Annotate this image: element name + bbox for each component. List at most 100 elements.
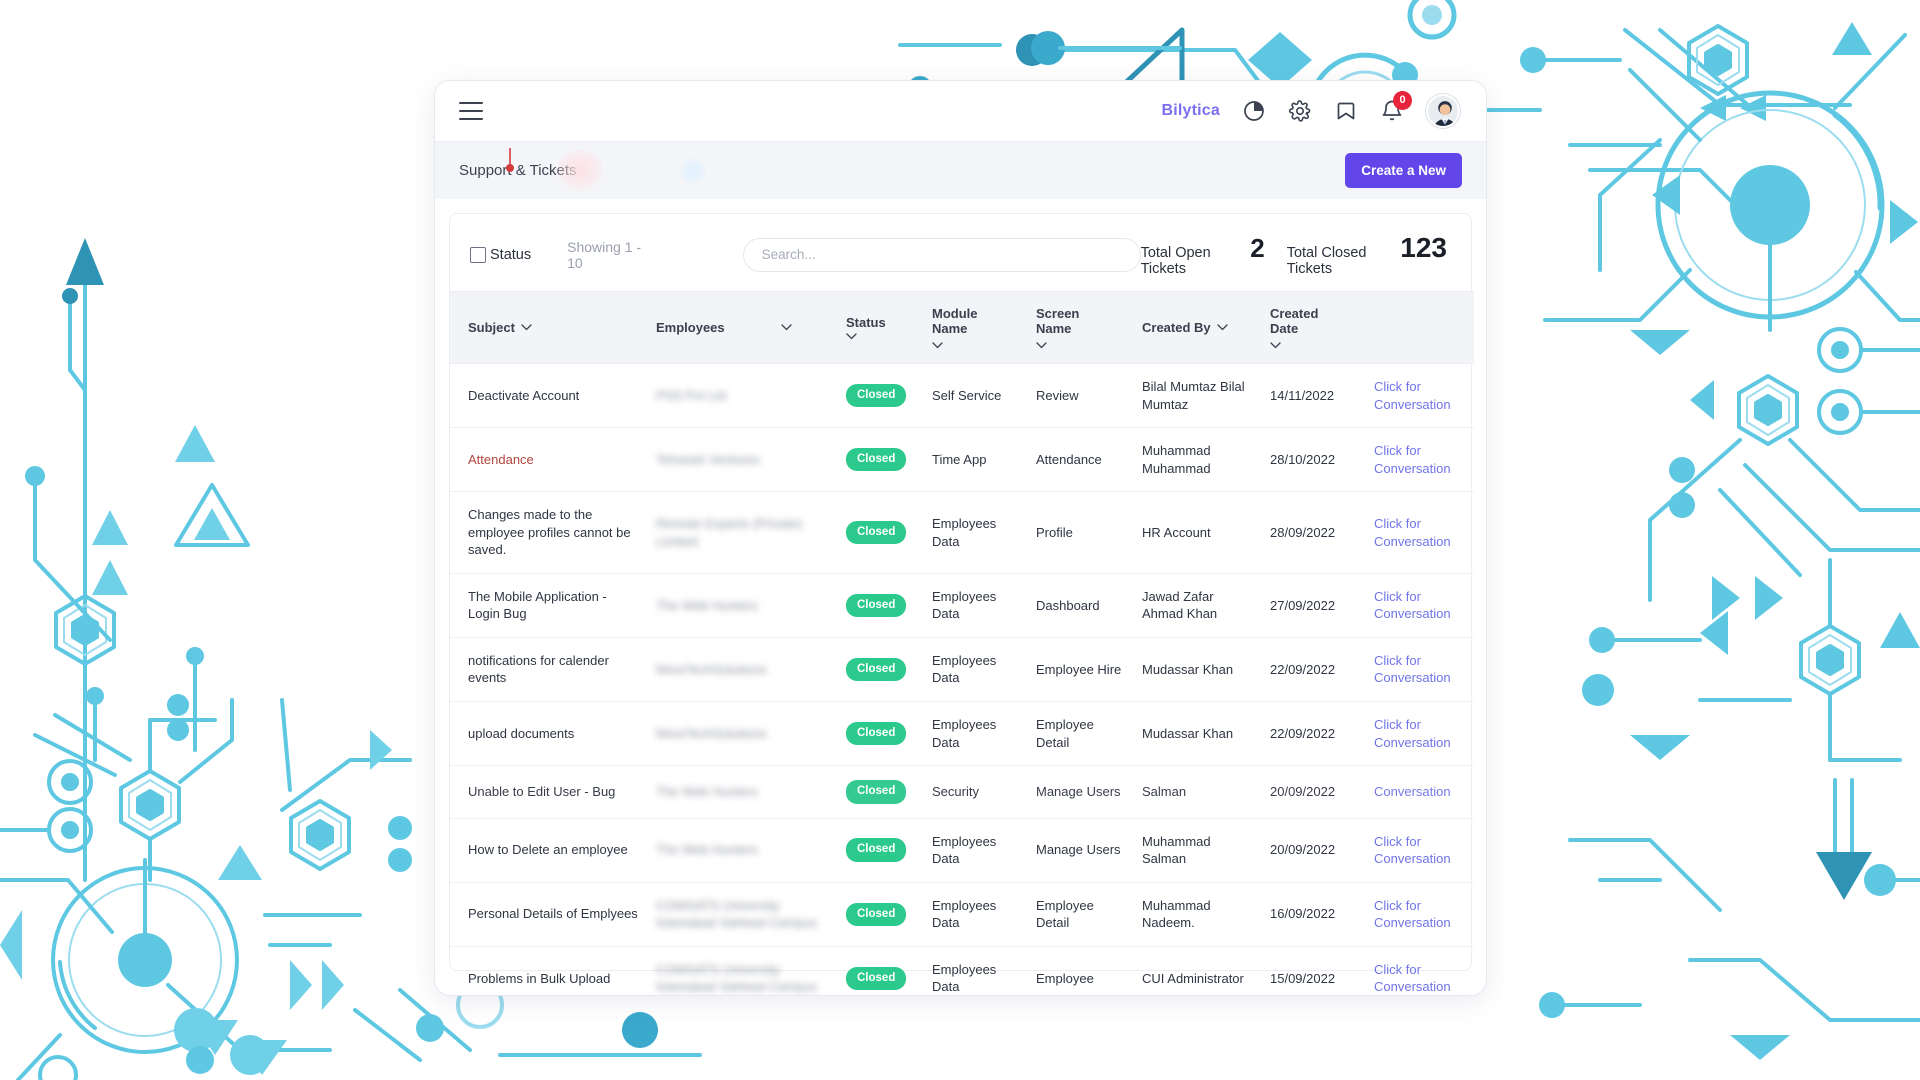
conversation-link[interactable]: Click for Conversation [1374, 589, 1451, 622]
conversation-link[interactable]: Click for Conversation [1374, 443, 1451, 476]
table-row[interactable]: How to Delete an employee The Web Hunters… [450, 818, 1474, 883]
cell-action: Click for Conversation [1366, 946, 1474, 995]
table-row[interactable]: notifications for calender events MoreTec… [450, 637, 1474, 703]
chevron-down-icon[interactable] [932, 342, 943, 349]
gear-icon[interactable] [1288, 99, 1312, 123]
cell-screen-name-text: Employee [1036, 970, 1094, 986]
cell-created-date: 14/11/2022 [1262, 363, 1366, 429]
cell-employees-text: PSS Pvt Ltd [656, 387, 727, 403]
bookmark-icon[interactable] [1334, 99, 1358, 123]
search-input[interactable] [742, 237, 1141, 272]
pie-chart-icon[interactable] [1242, 99, 1266, 123]
total-open-value: 2 [1250, 233, 1265, 263]
chevron-down-icon[interactable] [846, 333, 857, 340]
chevron-down-icon[interactable] [781, 324, 792, 331]
cell-created-date-text: 28/10/2022 [1270, 451, 1336, 467]
table-row[interactable]: upload documents MoreTechSolutions Closed E… [450, 701, 1474, 767]
cell-created-by: Salman [1134, 765, 1262, 819]
cell-employees: MoreTechSolutions [648, 637, 838, 703]
cell-subject: Problems in Bulk Upload [450, 946, 648, 995]
cell-subject: Unable to Edit User - Bug [450, 765, 648, 819]
cell-employees: MoreTechSolutions [648, 701, 838, 767]
cell-created-date-text: 22/09/2022 [1270, 725, 1336, 741]
column-header-created-date[interactable]: Created Date [1262, 291, 1366, 364]
status-badge: Closed [846, 383, 907, 408]
chevron-down-icon[interactable] [1216, 324, 1228, 331]
conversation-link[interactable]: Click for Conversation [1374, 717, 1451, 750]
notifications-button[interactable]: 0 [1380, 91, 1412, 123]
cell-module-name: Employees Data [924, 701, 1028, 767]
cell-subject: notifications for calender events [450, 637, 648, 703]
column-header-subject[interactable]: Subject [450, 291, 648, 364]
conversation-link[interactable]: Click for Conversation [1374, 834, 1451, 867]
cell-screen-name: Employee Detail [1028, 701, 1134, 767]
cell-screen-name: Profile [1028, 491, 1134, 574]
table-header-row: Subject Employees Status Module Name Scr… [450, 291, 1474, 364]
cell-employees: COMSATS University Islamabad Sahiwal Cam… [648, 946, 838, 995]
column-header-created-by[interactable]: Created By [1134, 291, 1262, 364]
create-new-button[interactable]: Create a New [1345, 153, 1462, 188]
cell-module-name-text: Self Service [932, 387, 1002, 403]
cell-created-date-text: 14/11/2022 [1270, 387, 1335, 403]
total-closed-tickets: Total Closed Tickets 123 [1287, 232, 1447, 277]
table-row[interactable]: The Mobile Application - Login Bug The We… [450, 573, 1474, 638]
cell-screen-name-text: Attendance [1036, 451, 1102, 467]
cell-status: Closed [838, 882, 924, 947]
chevron-down-icon[interactable] [521, 324, 532, 331]
cell-screen-name: Review [1028, 363, 1134, 429]
table-row[interactable]: Unable to Edit User - Bug The Web Hunters… [450, 765, 1474, 819]
cell-created-date: 27/09/2022 [1262, 573, 1366, 638]
status-badge: Closed [846, 593, 907, 618]
app-header: Bilytica 0 [435, 81, 1486, 141]
cell-screen-name-text: Profile [1036, 524, 1073, 540]
avatar[interactable] [1426, 94, 1460, 128]
cell-employees-text: Tehseeb Ventures [656, 451, 761, 467]
column-header-screen-name[interactable]: Screen Name [1028, 291, 1134, 364]
location-pin-icon [506, 148, 514, 172]
tickets-table: Subject Employees Status Module Name Scr… [450, 291, 1474, 996]
hamburger-menu-icon[interactable] [459, 102, 483, 120]
status-filter-checkbox[interactable]: Status [470, 246, 531, 263]
chevron-down-icon[interactable] [1036, 342, 1047, 349]
conversation-link[interactable]: Click for Conversation [1374, 379, 1451, 412]
cell-created-by: Mudassar Khan [1134, 637, 1262, 703]
conversation-link[interactable]: Click for Conversation [1374, 653, 1451, 686]
cell-action: Click for Conversation [1366, 491, 1474, 574]
column-header-employees[interactable]: Employees [648, 291, 838, 364]
search-wrapper [742, 237, 1141, 272]
checkbox-box[interactable] [470, 246, 486, 263]
table-row[interactable]: Problems in Bulk Upload COMSATS Universit… [450, 946, 1474, 995]
cell-status: Closed [838, 765, 924, 819]
cell-module-name: Security [924, 765, 1028, 819]
cell-employees-text: MoreTechSolutions [656, 725, 767, 741]
conversation-link[interactable]: Click for Conversation [1374, 516, 1451, 549]
chevron-down-icon[interactable] [1270, 342, 1281, 349]
column-label-employees: Employees [656, 320, 725, 335]
cell-created-by: HR Account [1134, 491, 1262, 574]
table-row[interactable]: Deactivate Account PSS Pvt Ltd Closed Self … [450, 363, 1474, 429]
cell-created-date: 28/10/2022 [1262, 427, 1366, 493]
cell-created-date-text: 16/09/2022 [1270, 906, 1336, 922]
column-header-module-name[interactable]: Module Name [924, 291, 1028, 364]
cell-module-name-text: Employees Data [932, 652, 997, 686]
cell-module-name: Employees Data [924, 882, 1028, 947]
table-head: Subject Employees Status Module Name Scr… [450, 291, 1474, 364]
cell-subject: Personal Details of Emplyees [450, 882, 648, 947]
conversation-link[interactable]: Conversation [1374, 784, 1451, 799]
cell-subject-text: Problems in Bulk Upload [468, 970, 611, 986]
cell-module-name-text: Time App [932, 451, 987, 467]
cell-screen-name-text: Review [1036, 387, 1079, 403]
conversation-link[interactable]: Click for Conversation [1374, 962, 1451, 995]
column-header-status[interactable]: Status [838, 291, 924, 364]
tickets-card: Status Showing 1 - 10 Total Open Tickets… [449, 213, 1474, 994]
table-body: Deactivate Account PSS Pvt Ltd Closed Self … [450, 363, 1474, 996]
table-row[interactable]: Personal Details of Emplyees COMSATS Univ… [450, 882, 1474, 947]
conversation-link[interactable]: Click for Conversation [1374, 898, 1451, 931]
avatar-image [1428, 96, 1458, 126]
cell-employees-text: COMSATS University Islamabad Sahiwal Cam… [656, 897, 818, 931]
cell-subject-text: Deactivate Account [468, 387, 580, 403]
table-row[interactable]: Changes made to the employee profiles ca… [450, 491, 1474, 574]
table-row[interactable]: Attendance Tehseeb Ventures Closed Time App… [450, 427, 1474, 493]
cell-created-by-text: Mudassar Khan [1142, 725, 1234, 741]
cell-subject-text: The Mobile Application - Login Bug [468, 588, 607, 622]
